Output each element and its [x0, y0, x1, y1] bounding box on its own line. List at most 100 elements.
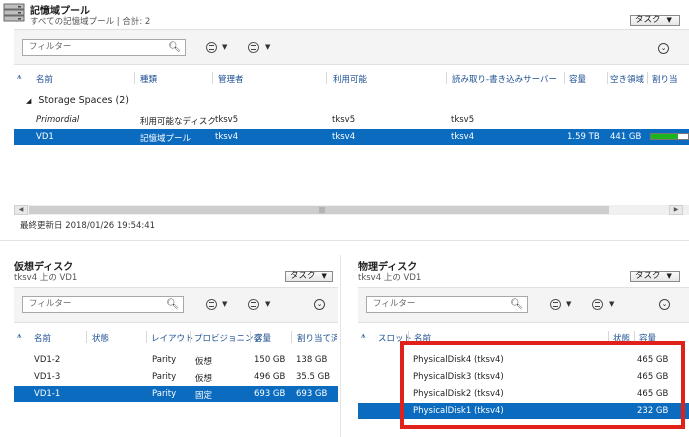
column-header-rw-server[interactable]: 読み取り-書き込みサーバー: [452, 73, 557, 85]
query-options-dropdown-icon[interactable]: ▼: [566, 300, 571, 308]
column-header-provisioning[interactable]: プロビジョニング: [194, 332, 262, 344]
cell-allocated: 693 GB: [296, 389, 328, 399]
group-header[interactable]: ◢ Storage Spaces (2): [26, 95, 129, 106]
table-row[interactable]: VD1-2 Parity 仮想 150 GB 138 GB: [14, 352, 338, 368]
panel-divider: [0, 240, 689, 241]
cell-capacity: 496 GB: [254, 372, 286, 382]
sort-icon[interactable]: ⩚: [17, 331, 22, 341]
task-button-label: タスク: [635, 15, 661, 25]
sort-icon[interactable]: ⩚: [361, 331, 366, 341]
virtual-disk-header-row: ⩚ 名前 状態 レイアウト プロビジョニング 容量 割り当て済: [14, 331, 338, 344]
cell-provisioning: 固定: [195, 391, 213, 401]
filter-placeholder: フィルター: [373, 299, 416, 309]
cell-name: VD1-3: [34, 372, 61, 382]
cell-provisioning: 仮想: [195, 357, 213, 367]
column-header-layout[interactable]: レイアウト: [151, 332, 194, 344]
search-icon[interactable]: 🔍︎: [510, 297, 523, 312]
column-header-available[interactable]: 利用可能: [333, 73, 367, 85]
cell-allocated: 138 GB: [296, 355, 328, 365]
column-header-manager[interactable]: 管理者: [218, 73, 244, 85]
cell-available: tksv5: [332, 115, 356, 125]
cell-layout: Parity: [152, 372, 177, 382]
column-header-name[interactable]: 名前: [36, 73, 53, 85]
column-header-name[interactable]: 名前: [34, 332, 51, 344]
scroll-left-icon[interactable]: ◀: [14, 205, 28, 215]
expand-chevron-icon[interactable]: ⌄: [658, 43, 669, 54]
group-options-button[interactable]: [248, 299, 259, 310]
table-row-selected[interactable]: VD1 記憶域プール tksv4 tksv4 tksv4 1.59 TB 441…: [14, 129, 689, 145]
virtual-disk-subtitle: tksv4 上の VD1: [14, 273, 78, 283]
cell-free: 441 GB: [610, 132, 642, 142]
task-button-label: タスク: [290, 271, 316, 281]
storage-pool-header-row: ⩚ 名前 種類 管理者 利用可能 読み取り-書き込みサーバー 容量 空き領域 割…: [14, 72, 689, 85]
expand-chevron-icon[interactable]: ⌄: [314, 299, 325, 310]
table-row[interactable]: Primordial 利用可能なディスク tksv5 tksv5 tksv5: [14, 112, 689, 128]
cell-name: VD1-1: [34, 389, 61, 399]
group-options-button[interactable]: [592, 299, 603, 310]
cell-available: tksv4: [332, 132, 356, 142]
column-header-free[interactable]: 空き領域: [610, 73, 644, 85]
column-header-allocated[interactable]: 割り当て済: [297, 332, 337, 344]
query-options-dropdown-icon[interactable]: ▼: [222, 43, 227, 51]
vertical-panel-divider: [340, 255, 341, 437]
query-options-button[interactable]: [206, 299, 217, 310]
storage-pool-subtitle: すべての記憶域プール | 合計: 2: [30, 17, 151, 27]
collapse-triangle-icon[interactable]: ◢: [26, 97, 31, 105]
horizontal-scrollbar[interactable]: ◀ ||| ▶: [14, 205, 689, 215]
storage-pool-filter-input[interactable]: フィルター 🔍︎: [22, 39, 186, 56]
query-options-button[interactable]: [550, 299, 561, 310]
physical-disk-task-button[interactable]: タスク ▼: [630, 271, 680, 282]
task-button-label: タスク: [635, 271, 661, 281]
filter-placeholder: フィルター: [29, 299, 72, 309]
cell-name: Primordial: [36, 115, 80, 125]
column-header-capacity[interactable]: 容量: [569, 73, 586, 85]
cell-rw-server: tksv4: [451, 132, 475, 142]
allocation-bar-fill: [651, 134, 678, 139]
filter-placeholder: フィルター: [29, 42, 72, 52]
expand-chevron-icon[interactable]: ⌄: [659, 299, 670, 310]
allocation-bar: [650, 133, 689, 140]
storage-pool-panel: 記憶域プール すべての記憶域プール | 合計: 2 タスク ▼ フィルター 🔍︎…: [0, 0, 689, 232]
physical-disk-filter-input[interactable]: フィルター 🔍︎: [366, 296, 528, 313]
cell-rw-server: tksv5: [451, 115, 475, 125]
group-options-dropdown-icon[interactable]: ▼: [265, 300, 270, 308]
cell-type: 利用可能なディスク: [140, 117, 216, 127]
table-row-selected[interactable]: VD1-1 Parity 固定 693 GB 693 GB: [14, 386, 338, 402]
group-label: Storage Spaces (2): [38, 95, 129, 106]
cell-allocated: 35.5 GB: [296, 372, 331, 382]
physical-disk-subtitle: tksv4 上の VD1: [358, 273, 422, 283]
group-options-button[interactable]: [248, 42, 259, 53]
cell-layout: Parity: [152, 389, 177, 399]
cell-capacity: 150 GB: [254, 355, 286, 365]
cell-manager: tksv5: [215, 115, 239, 125]
search-icon[interactable]: 🔍︎: [166, 297, 179, 312]
table-row[interactable]: VD1-3 Parity 仮想 496 GB 35.5 GB: [14, 369, 338, 385]
cell-type: 記憶域プール: [140, 134, 192, 144]
query-options-button[interactable]: [206, 42, 217, 53]
column-header-allocated[interactable]: 割り当: [652, 73, 678, 85]
search-icon[interactable]: 🔍︎: [168, 40, 181, 55]
virtual-disk-filter-input[interactable]: フィルター 🔍︎: [22, 296, 184, 313]
column-header-type[interactable]: 種類: [140, 73, 157, 85]
group-options-dropdown-icon[interactable]: ▼: [265, 43, 270, 51]
scroll-thumb[interactable]: |||: [29, 206, 609, 214]
query-options-dropdown-icon[interactable]: ▼: [222, 300, 227, 308]
dropdown-arrow-icon: ▼: [666, 16, 672, 24]
cell-name: VD1: [36, 132, 54, 142]
scroll-right-icon[interactable]: ▶: [669, 205, 683, 215]
sort-icon[interactable]: ⩚: [17, 72, 22, 82]
cell-manager: tksv4: [215, 132, 239, 142]
storage-pool-task-button[interactable]: タスク ▼: [630, 15, 680, 26]
storage-pool-icon: [3, 3, 25, 22]
group-options-dropdown-icon[interactable]: ▼: [609, 300, 614, 308]
cell-name: VD1-2: [34, 355, 61, 365]
column-header-status[interactable]: 状態: [92, 332, 109, 344]
cell-capacity: 1.59 TB: [567, 132, 600, 142]
physical-disk-panel: 物理ディスク tksv4 上の VD1 タスク ▼ フィルター 🔍︎ ▼ ▼ ⌄…: [344, 255, 689, 437]
dropdown-arrow-icon: ▼: [321, 272, 327, 280]
virtual-disk-panel: 仮想ディスク tksv4 上の VD1 タスク ▼ フィルター 🔍︎ ▼ ▼ ⌄…: [0, 255, 338, 437]
column-header-capacity[interactable]: 容量: [254, 332, 271, 344]
virtual-disk-task-button[interactable]: タスク ▼: [285, 271, 333, 282]
cell-capacity: 693 GB: [254, 389, 286, 399]
cell-provisioning: 仮想: [195, 374, 213, 384]
